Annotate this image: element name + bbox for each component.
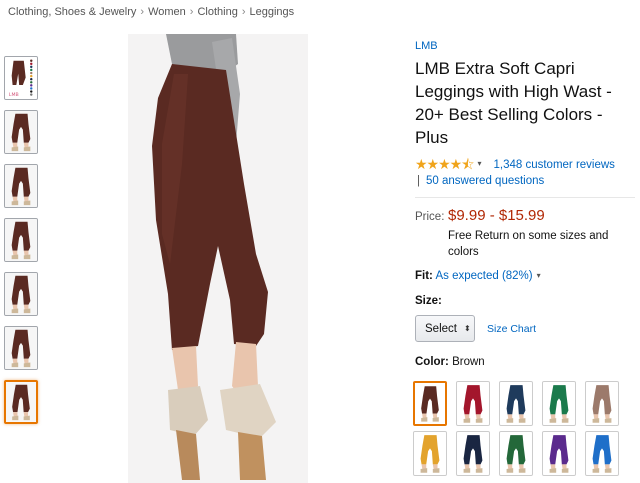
- color-swatch[interactable]: [542, 381, 576, 426]
- color-swatch[interactable]: [585, 381, 619, 426]
- thumbnail-brown-side-2[interactable]: [4, 164, 38, 208]
- answered-questions-row: | 50 answered questions: [415, 175, 635, 187]
- model-wearing-leggings-image: [128, 34, 308, 483]
- thumbnail-brown-back[interactable]: [4, 218, 38, 262]
- breadcrumb: Clothing, Shoes & Jewelry › Women › Clothing…: [8, 6, 294, 18]
- svg-text:LMB: LMB: [9, 92, 19, 98]
- color-swatch[interactable]: [413, 431, 447, 476]
- color-swatch[interactable]: [456, 381, 490, 426]
- size-row: Select ⬍ Size Chart: [415, 315, 635, 342]
- thumbnail-brown-front[interactable]: [4, 272, 38, 316]
- thumbnail-brown-side[interactable]: [4, 110, 38, 154]
- size-select-value: Select: [425, 322, 457, 335]
- breadcrumb-separator: ›: [140, 6, 145, 18]
- product-title: LMB Extra Soft Capri Leggings with High …: [415, 59, 612, 147]
- customer-reviews-link[interactable]: 1,348 customer reviews: [493, 159, 614, 171]
- thumbnail-color-chart[interactable]: LMB: [4, 56, 38, 100]
- breadcrumb-item-clothing[interactable]: Clothing: [197, 6, 237, 18]
- color-swatch[interactable]: [456, 431, 490, 476]
- select-arrows-icon: ⬍: [463, 324, 471, 333]
- separator-bar: |: [417, 175, 420, 187]
- divider: [415, 197, 635, 198]
- color-value: Brown: [452, 356, 485, 368]
- color-swatch[interactable]: [542, 431, 576, 476]
- main-product-image[interactable]: [128, 34, 308, 483]
- size-select-dropdown[interactable]: Select ⬍: [415, 315, 475, 342]
- color-swatch[interactable]: [585, 431, 619, 476]
- color-row: Color: Brown: [415, 356, 635, 368]
- fit-value-link[interactable]: As expected (82%): [435, 270, 532, 282]
- color-swatch[interactable]: [499, 381, 533, 426]
- breadcrumb-separator: ›: [189, 6, 194, 18]
- thumbnail-brown-pose[interactable]: [4, 326, 38, 370]
- answered-questions-link[interactable]: 50 answered questions: [426, 175, 544, 187]
- star-rating-icon[interactable]: ★★★★⯪: [415, 155, 474, 173]
- free-return-text: Free Return on some sizes and colors: [448, 230, 609, 258]
- breadcrumb-separator: ›: [241, 6, 246, 18]
- color-swatch[interactable]: [499, 431, 533, 476]
- color-label: Color:: [415, 356, 449, 368]
- thumbnail-strip: LMB: [4, 56, 40, 434]
- price-value: $9.99 - $15.99: [448, 207, 545, 224]
- fit-label: Fit:: [415, 270, 433, 282]
- fit-row: Fit: As expected (82%) ▾: [415, 270, 635, 282]
- brand-link[interactable]: LMB: [415, 40, 438, 52]
- breadcrumb-item-women[interactable]: Women: [148, 6, 186, 18]
- product-info: LMB LMB Extra Soft Capri Leggings with H…: [415, 36, 635, 368]
- size-chart-link[interactable]: Size Chart: [487, 323, 536, 335]
- price-row: Price: $9.99 - $15.99: [415, 207, 635, 224]
- rating-row: ★★★★⯪ ▾ 1,348 customer reviews: [415, 155, 635, 174]
- thumbnail-brown-side-selected[interactable]: [4, 380, 38, 424]
- color-swatch[interactable]: [413, 381, 447, 426]
- price-label: Price:: [415, 211, 445, 223]
- size-label: Size:: [415, 295, 442, 307]
- breadcrumb-item-clothing-shoes-jewelry[interactable]: Clothing, Shoes & Jewelry: [8, 6, 136, 18]
- breadcrumb-item-leggings[interactable]: Leggings: [249, 6, 294, 18]
- chevron-down-icon[interactable]: ▾: [477, 159, 481, 168]
- chevron-down-icon[interactable]: ▾: [537, 271, 541, 280]
